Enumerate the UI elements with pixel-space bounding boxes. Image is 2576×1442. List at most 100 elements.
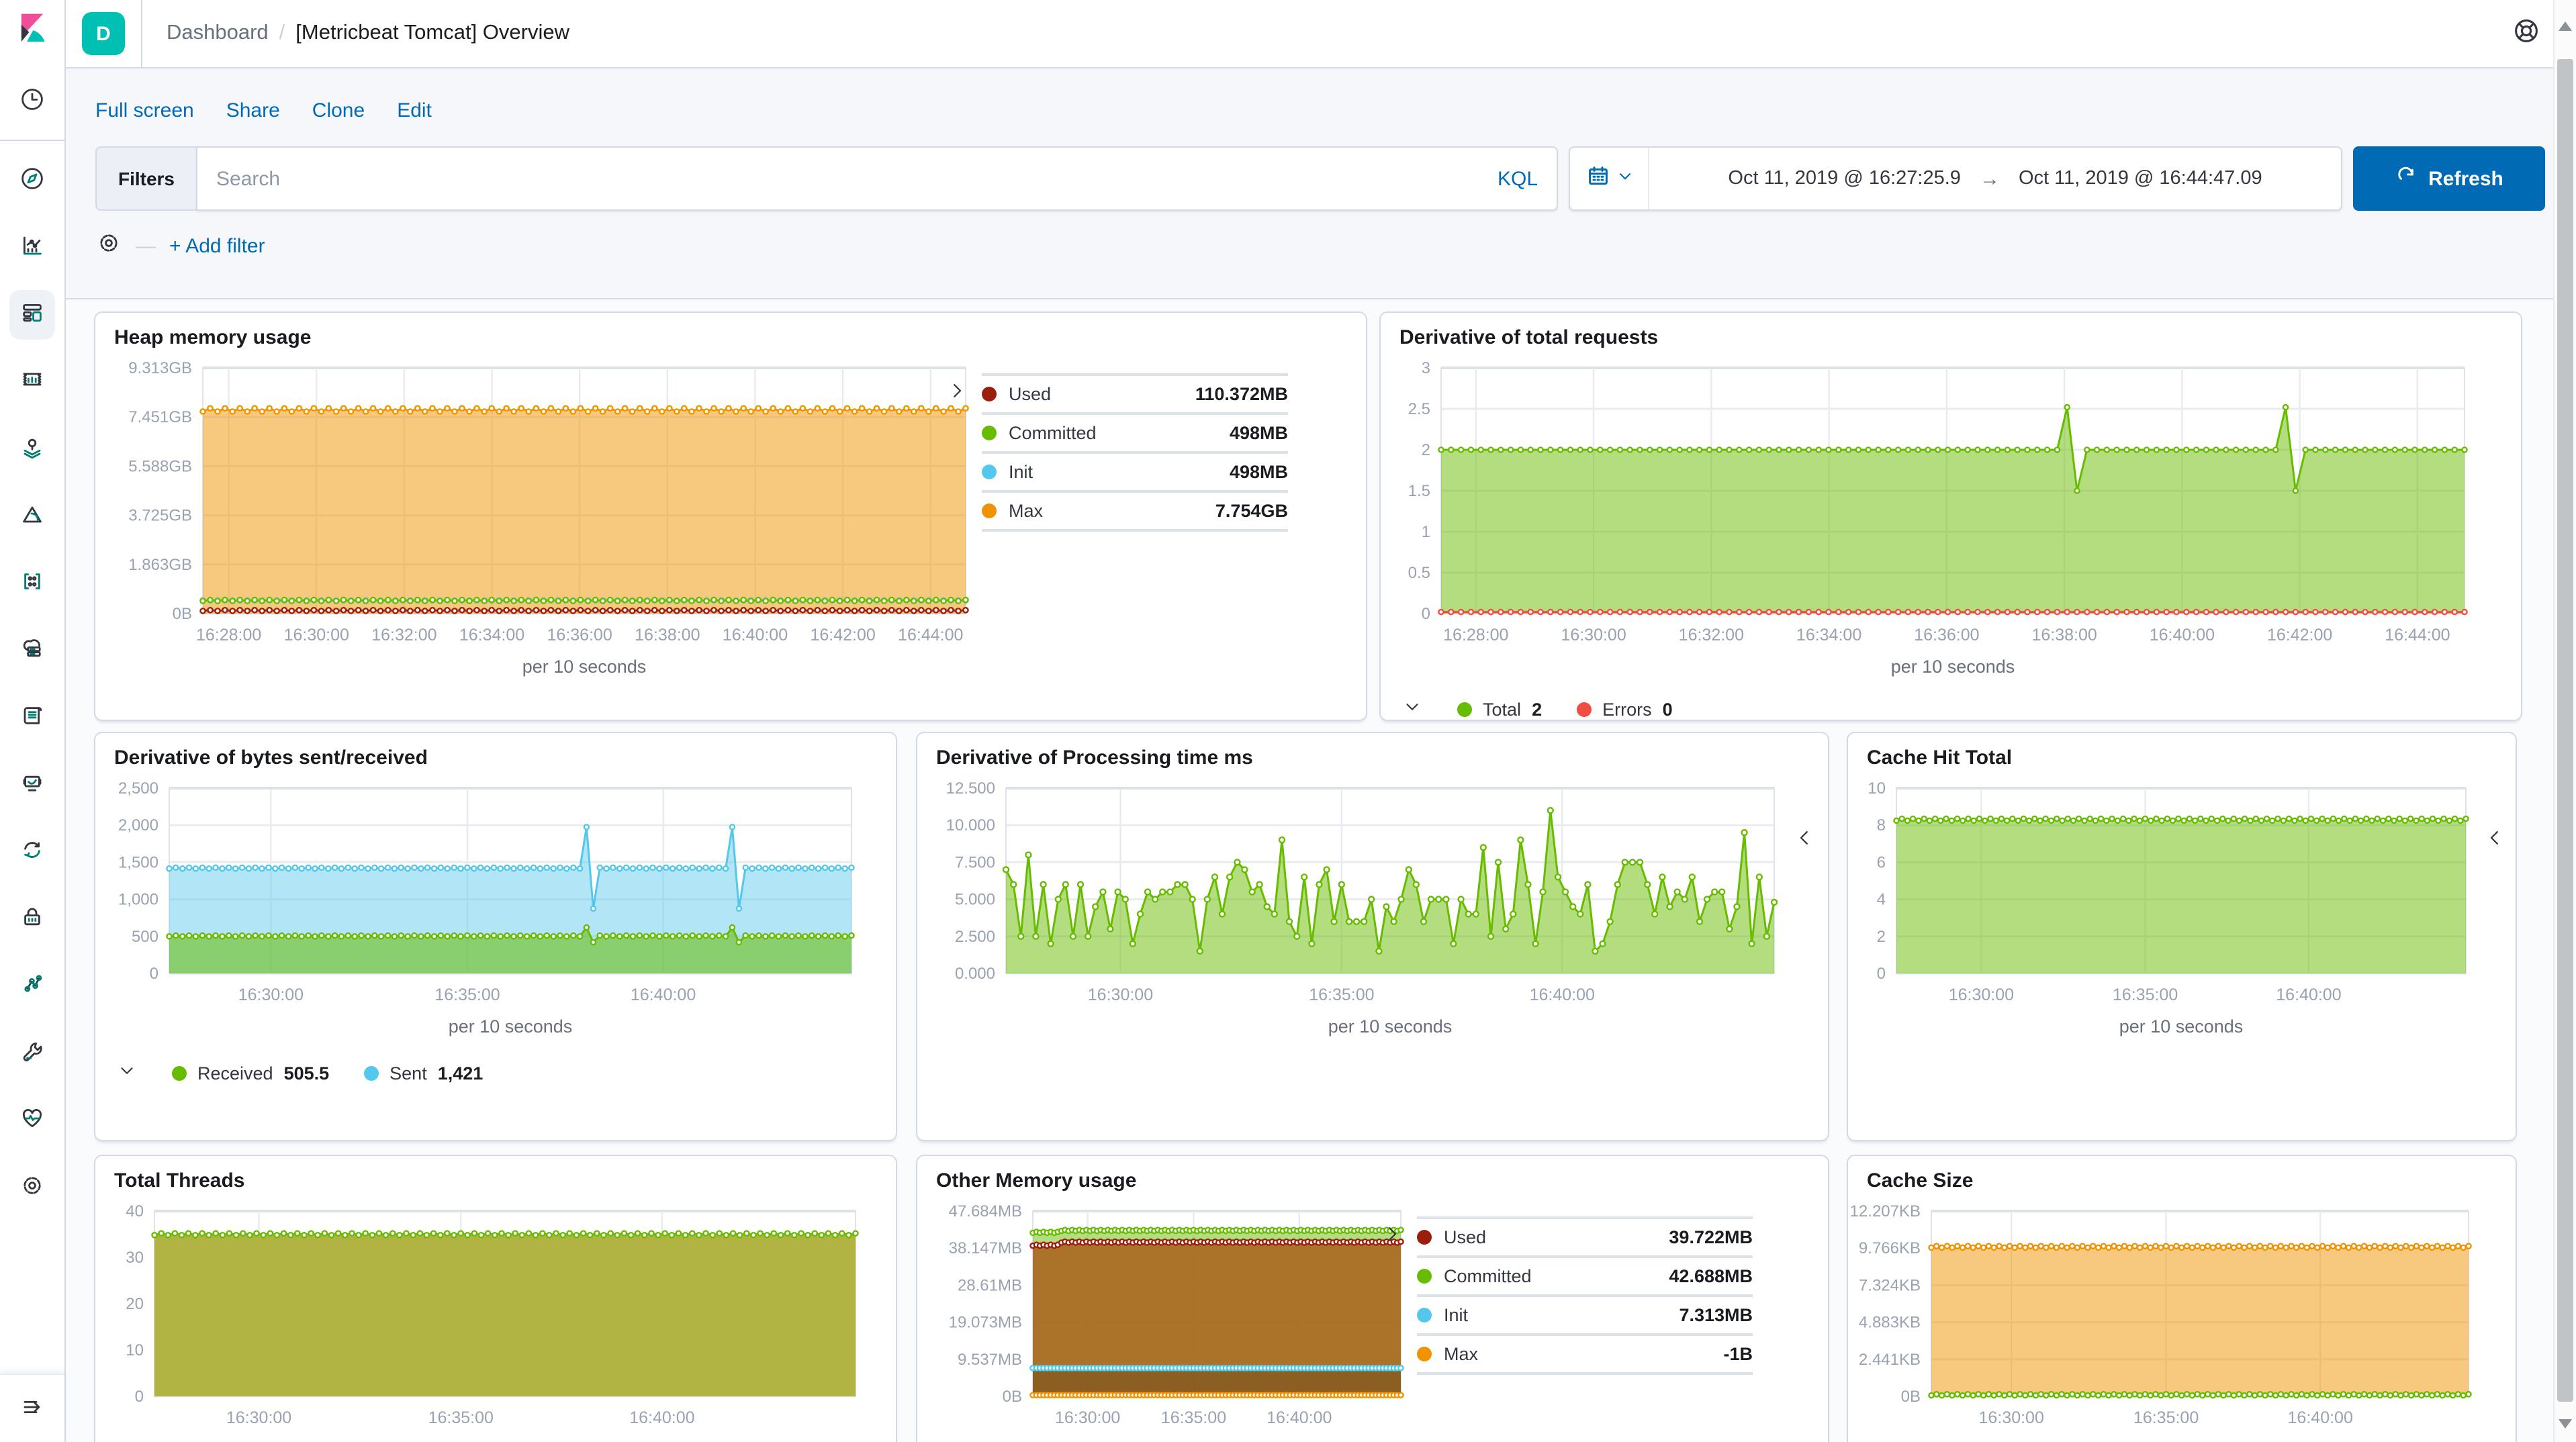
legend-row-init[interactable]: Init7.313MB — [1417, 1294, 1753, 1333]
legend-item-received[interactable]: Received505.5 — [172, 1063, 329, 1083]
kql-toggle[interactable]: KQL — [1498, 167, 1538, 190]
sidebar-item-dev-tools[interactable] — [0, 1019, 64, 1086]
panel-derivative-processing-time: Derivative of Processing time ms 12.5001… — [916, 732, 1829, 1141]
legend-row-used[interactable]: Used39.722MB — [1417, 1216, 1753, 1255]
series-dot — [982, 426, 997, 440]
search-bar[interactable]: Search KQL — [196, 146, 1558, 211]
legend-row-init[interactable]: Init498MB — [982, 451, 1288, 490]
svg-text:16:42:00: 16:42:00 — [810, 626, 875, 644]
search-input[interactable]: Search — [216, 167, 1498, 190]
legend-collapse-icon[interactable] — [1402, 697, 1422, 721]
edit-button[interactable]: Edit — [397, 99, 432, 122]
sidebar-item-discover[interactable] — [0, 146, 64, 213]
sidebar-item-machine-learning[interactable] — [0, 482, 64, 549]
space-switcher[interactable]: D — [64, 0, 142, 67]
requests-chart-canvas[interactable]: 32.521.510.5016:28:0016:30:0016:32:0016:… — [1381, 354, 2521, 697]
sidebar-item-recently-viewed[interactable] — [0, 67, 64, 134]
svg-text:7.451GB: 7.451GB — [128, 408, 192, 426]
legend-value: 498MB — [1230, 423, 1288, 443]
legend-row-committed[interactable]: Committed498MB — [982, 412, 1288, 451]
sidebar-item-maps[interactable] — [0, 415, 64, 482]
svg-text:per 10 seconds: per 10 seconds — [1328, 1016, 1453, 1037]
sidebar-item-apm[interactable] — [0, 683, 64, 751]
legend-row-max[interactable]: Max7.754GB — [982, 490, 1288, 532]
legend-row-used[interactable]: Used110.372MB — [982, 373, 1288, 412]
svg-text:500: 500 — [132, 928, 158, 946]
sidebar-item-canvas[interactable] — [0, 348, 64, 415]
legend-row-max[interactable]: Max-1B — [1417, 1333, 1753, 1375]
sidebar-collapse-button[interactable] — [0, 1375, 64, 1442]
other-memory-chart-canvas[interactable]: 47.684MB38.147MB28.61MB19.073MB9.537MB0B… — [917, 1198, 1417, 1442]
page-scrollbar[interactable] — [2553, 0, 2576, 1442]
svg-text:16:35:00: 16:35:00 — [1161, 1408, 1226, 1427]
breadcrumb-dashboard-link[interactable]: Dashboard — [167, 21, 269, 46]
svg-text:28.61MB: 28.61MB — [958, 1276, 1022, 1294]
sidebar-item-logs[interactable] — [0, 616, 64, 683]
svg-text:per 10 seconds: per 10 seconds — [1891, 657, 2015, 677]
date-picker: Oct 11, 2019 @ 16:27:25.9 → Oct 11, 2019… — [1569, 146, 2342, 211]
chart-svg-requests: 32.521.510.5016:28:0016:30:0016:32:0016:… — [1381, 354, 2482, 690]
svg-text:16:40:00: 16:40:00 — [1530, 986, 1595, 1004]
scrollbar-down-icon[interactable] — [2559, 1419, 2572, 1429]
sidebar-item-visualize[interactable] — [0, 213, 64, 281]
sidebar-item-management[interactable] — [0, 1153, 64, 1220]
legend-expand-icon[interactable] — [2483, 827, 2505, 855]
sidebar-item-uptime[interactable] — [0, 751, 64, 818]
legend-value: 2 — [1532, 699, 1542, 719]
space-badge[interactable]: D — [82, 12, 125, 55]
filters-toggle[interactable]: Filters — [95, 146, 196, 211]
sidebar-item-dashboard[interactable] — [0, 281, 64, 348]
threads-chart-canvas[interactable]: 40302010016:30:0016:35:0016:40:00per 10 … — [95, 1198, 896, 1442]
svg-text:2: 2 — [1877, 928, 1886, 946]
scrollbar-thumb[interactable] — [2557, 59, 2573, 1402]
svg-text:9.537MB: 9.537MB — [958, 1351, 1022, 1369]
legend-expand-icon[interactable] — [1793, 827, 1814, 855]
date-to[interactable]: Oct 11, 2019 @ 16:44:47.09 — [2019, 168, 2262, 189]
scrollbar-up-icon[interactable] — [2559, 21, 2572, 31]
svg-text:2.441KB: 2.441KB — [1859, 1351, 1921, 1369]
series-dot — [1417, 1269, 1432, 1284]
cache-size-chart-canvas[interactable]: 12.207KB9.766KB7.324KB4.883KB2.441KB0B16… — [1848, 1198, 2516, 1442]
panel-cache-hit-total: Cache Hit Total 108642016:30:0016:35:001… — [1847, 732, 2517, 1141]
date-quick-select[interactable] — [1570, 148, 1649, 209]
security-icon — [19, 903, 46, 934]
clone-button[interactable]: Clone — [312, 99, 365, 122]
filter-options-gear-icon[interactable] — [95, 230, 122, 262]
help-icon[interactable] — [2512, 15, 2541, 52]
processing-chart-canvas[interactable]: 12.50010.0007.5005.0002.5000.00016:30:00… — [917, 775, 1828, 1061]
heap-chart-canvas[interactable]: 9.313GB7.451GB5.588GB3.725GB1.863GB0B16:… — [95, 354, 982, 697]
share-button[interactable]: Share — [226, 99, 280, 122]
legend-collapse-icon[interactable] — [947, 380, 968, 405]
svg-text:16:35:00: 16:35:00 — [2133, 1408, 2199, 1427]
sidebar-item-metrics[interactable] — [0, 549, 64, 616]
chart-svg-threads: 40302010016:30:0016:35:0016:40:00per 10 … — [95, 1198, 868, 1442]
svg-text:4.883KB: 4.883KB — [1859, 1314, 1921, 1332]
legend-value: 42.688MB — [1669, 1266, 1753, 1286]
legend-item-sent[interactable]: Sent1,421 — [364, 1063, 483, 1083]
sidebar-item-graph[interactable] — [0, 952, 64, 1019]
svg-text:per 10 seconds: per 10 seconds — [2119, 1016, 2244, 1037]
bytes-chart-canvas[interactable]: 2,5002,0001,5001,000500016:30:0016:35:00… — [95, 775, 896, 1061]
svg-text:per 10 seconds: per 10 seconds — [1155, 1439, 1279, 1442]
sidebar-item-stack-monitoring[interactable] — [0, 1086, 64, 1153]
legend-row-committed[interactable]: Committed42.688MB — [1417, 1255, 1753, 1294]
svg-text:7.324KB: 7.324KB — [1859, 1276, 1921, 1294]
full-screen-button[interactable]: Full screen — [95, 99, 194, 122]
kibana-logo[interactable] — [0, 0, 64, 67]
legend-item-errors[interactable]: Errors0 — [1577, 699, 1673, 719]
add-filter-button[interactable]: + Add filter — [169, 234, 265, 257]
svg-text:2.500: 2.500 — [955, 928, 995, 946]
legend-collapse-icon[interactable] — [117, 1061, 137, 1085]
refresh-button[interactable]: Refresh — [2353, 146, 2545, 211]
sidebar-item-security[interactable] — [0, 885, 64, 952]
svg-text:7.500: 7.500 — [955, 853, 995, 871]
date-from[interactable]: Oct 11, 2019 @ 16:27:25.9 — [1728, 168, 1961, 189]
legend-item-total[interactable]: Total2 — [1457, 699, 1542, 719]
cache-hit-chart-canvas[interactable]: 108642016:30:0016:35:0016:40:00per 10 se… — [1848, 775, 2516, 1061]
sidebar-item-siem[interactable] — [0, 818, 64, 885]
svg-text:16:42:00: 16:42:00 — [2267, 626, 2332, 644]
svg-text:16:34:00: 16:34:00 — [1796, 626, 1861, 644]
svg-text:16:30:00: 16:30:00 — [226, 1408, 291, 1427]
svg-text:16:36:00: 16:36:00 — [1914, 626, 1979, 644]
legend-collapse-icon[interactable] — [1382, 1223, 1404, 1249]
